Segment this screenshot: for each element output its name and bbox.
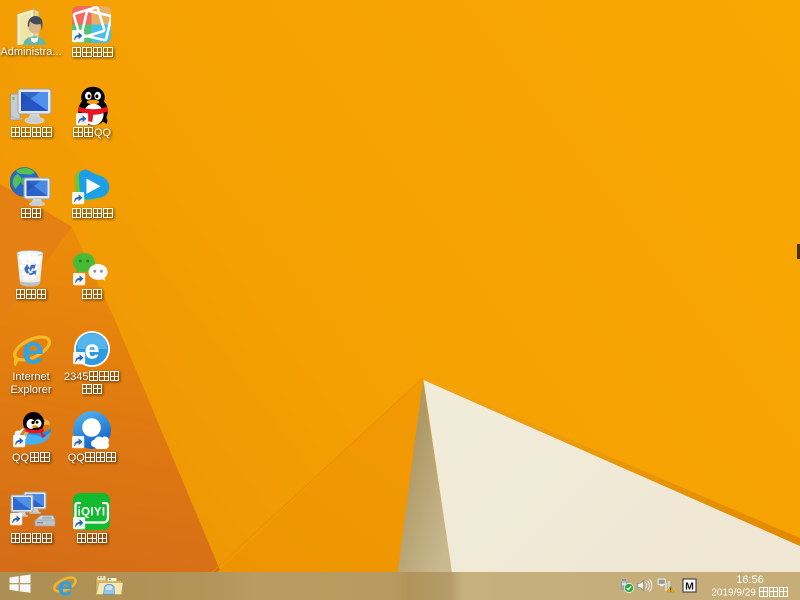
svg-text:e: e [58,573,73,598]
svg-text:iQIYI: iQIYI [78,507,106,519]
svg-text:M: M [685,580,694,592]
svg-text:e: e [22,330,44,368]
svg-text:e: e [84,335,99,365]
